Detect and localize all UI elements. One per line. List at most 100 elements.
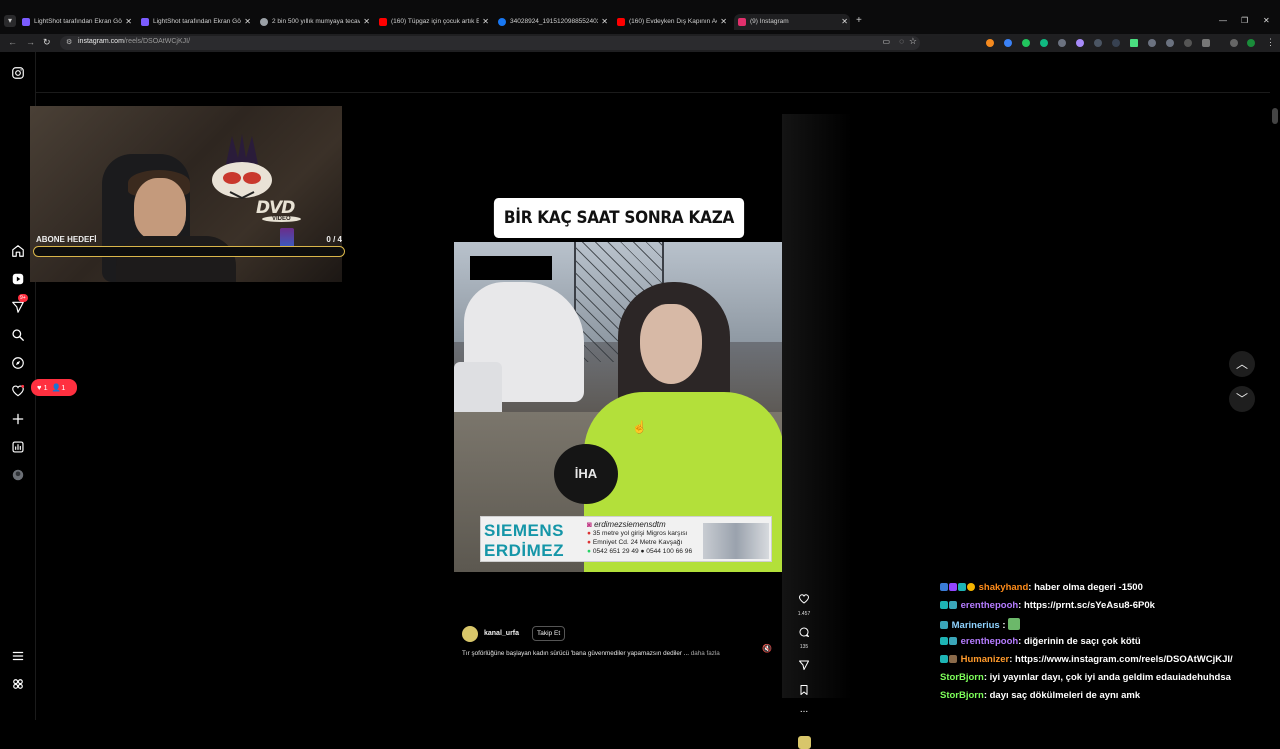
browser-tab[interactable]: LightShot tarafından Ekran Gör ✕ [22, 14, 134, 30]
instagram-logo-icon[interactable] [11, 66, 25, 80]
search-icon[interactable] [11, 328, 25, 342]
cast-icon[interactable]: ▭ [882, 37, 890, 46]
extension-icon[interactable] [1166, 39, 1174, 47]
more-options-button[interactable]: ... [794, 704, 814, 715]
youtube-favicon-icon [617, 18, 625, 26]
ad-handle: erdimezsiemensdtm [594, 520, 666, 529]
extension-icon[interactable] [1058, 39, 1066, 47]
extension-icon[interactable] [1004, 39, 1012, 47]
webcam-face [134, 178, 186, 240]
dashboard-icon[interactable] [11, 440, 25, 454]
browser-menu-icon[interactable]: ⋮ [1266, 37, 1275, 48]
sidebar-toggle-icon[interactable] [1230, 39, 1238, 47]
also-from-meta-icon[interactable] [11, 677, 25, 691]
close-tab-icon[interactable]: ✕ [482, 14, 489, 30]
browser-tab[interactable]: (160) Evdeyken Dış Kapının Aç ✕ [617, 14, 729, 30]
extension-icon[interactable] [1130, 39, 1138, 47]
save-button[interactable] [794, 683, 814, 701]
chat-badge-icon [958, 583, 966, 591]
author-avatar[interactable] [462, 626, 478, 642]
minimize-icon[interactable]: — [1219, 16, 1227, 25]
tab-search-button[interactable]: ▾ [4, 15, 16, 27]
browser-tab[interactable]: 34028924_1915120988552403 ✕ [498, 14, 610, 30]
url-bar[interactable]: ⚙ instagram.com/reels/DSOAtWCjKJI/ ▭ ◌ ☆ [60, 36, 920, 50]
chat-badge-icon [940, 621, 948, 629]
profile-avatar-icon[interactable] [11, 468, 25, 482]
more-menu-icon[interactable] [11, 649, 25, 663]
extension-icon[interactable] [1094, 39, 1102, 47]
instagram-page: 9+ ♥ 1 👤1 BİR KAÇ SAAT SONRA KAZA İHA ☝ … [0, 52, 1280, 749]
instagram-favicon-icon [738, 18, 746, 26]
dvd-logo-sub: VIDEO [262, 216, 301, 222]
whatsapp-icon: ● [587, 548, 591, 555]
close-tab-icon[interactable]: ✕ [720, 14, 727, 30]
reels-icon[interactable] [11, 272, 25, 286]
chat-badge-icon [949, 583, 957, 591]
chat-username: Humanizer [960, 654, 1010, 665]
audio-thumbnail[interactable] [798, 736, 811, 749]
eye-off-icon[interactable]: ◌ [899, 37, 904, 46]
create-plus-icon[interactable] [11, 412, 25, 426]
comment-icon [799, 627, 809, 637]
share-button[interactable] [794, 658, 814, 676]
media-control-icon[interactable] [1184, 39, 1192, 47]
messages-icon[interactable]: 9+ [11, 294, 28, 314]
browser-tab[interactable]: 2 bin 500 yıllık mumyaya tecav ✕ [260, 14, 372, 30]
notifications-heart-icon[interactable] [11, 384, 25, 398]
bookmark-star-icon[interactable]: ☆ [909, 36, 917, 47]
back-icon[interactable]: ← [8, 37, 17, 47]
like-button[interactable]: 1.457 [794, 592, 814, 617]
chat-badge-icon [940, 637, 948, 645]
mute-icon[interactable]: 🔇 [762, 644, 772, 653]
close-window-icon[interactable]: ✕ [1263, 16, 1270, 25]
activity-notification-pill[interactable]: ♥ 1 👤1 [31, 379, 77, 396]
reel-player[interactable]: BİR KAÇ SAAT SONRA KAZA YAPTI İHA ☝ SIEM… [454, 114, 852, 698]
reel-edge-glow [782, 114, 852, 698]
close-tab-icon[interactable]: ✕ [841, 14, 848, 30]
chat-badge-icon [940, 655, 948, 663]
see-more-link[interactable]: daha fazla [691, 650, 720, 657]
author-username[interactable]: kanal_urfa [484, 630, 519, 637]
browser-tab[interactable]: (160) Tüpgaz için çocuk artık B ✕ [379, 14, 491, 30]
like-count: 1.457 [797, 611, 811, 617]
ad-brand-line2: ERDİMEZ [484, 541, 564, 560]
chat-emote-icon [1008, 618, 1021, 630]
close-tab-icon[interactable]: ✕ [363, 14, 370, 30]
ad-appliances-image [703, 523, 769, 559]
extensions-puzzle-icon[interactable] [1202, 39, 1210, 47]
reload-icon[interactable]: ↻ [43, 37, 51, 48]
restore-icon[interactable]: ❐ [1241, 16, 1248, 25]
profile-avatar[interactable] [1247, 39, 1255, 47]
forward-icon[interactable]: → [26, 37, 35, 47]
new-tab-button[interactable]: + [856, 15, 862, 26]
comment-button[interactable]: 135 [794, 625, 814, 650]
lightshot-favicon-icon [141, 18, 149, 26]
browser-tab-active[interactable]: (9) Instagram ✕ [734, 14, 850, 30]
site-info-icon[interactable]: ⚙ [66, 38, 72, 46]
page-scrollbar[interactable] [1272, 108, 1278, 124]
chat-username: erenthepooh [960, 636, 1019, 647]
follow-button[interactable]: Takip Et [532, 626, 566, 641]
location-pin-icon: ● [587, 530, 591, 537]
chat-badge-icon [967, 583, 975, 591]
extension-icon[interactable] [1148, 39, 1156, 47]
extension-icon[interactable] [1076, 39, 1084, 47]
chat-text: : https://prnt.sc/sYeAsu8-6P0k [1018, 600, 1155, 611]
advertisement-banner: SIEMENS ERDİMEZ ◙ erdimezsiemensdtm ● 35… [480, 516, 772, 562]
close-tab-icon[interactable]: ✕ [244, 14, 251, 30]
extension-icon[interactable] [1022, 39, 1030, 47]
extension-icon[interactable] [1112, 39, 1120, 47]
bookmark-icon [800, 685, 808, 695]
close-tab-icon[interactable]: ✕ [601, 14, 608, 30]
browser-tab[interactable]: LightShot tarafından Ekran Gör ✕ [141, 14, 253, 30]
explore-compass-icon[interactable] [11, 356, 25, 370]
previous-reel-button[interactable]: ︿ [1229, 351, 1255, 377]
chat-text: : dayı saç dökülmeleri de aynı amk [983, 690, 1141, 701]
home-icon[interactable] [11, 244, 25, 258]
chevron-up-icon: ︿ [1235, 357, 1248, 371]
next-reel-button[interactable]: ﹀ [1229, 386, 1255, 412]
extension-icon[interactable] [1040, 39, 1048, 47]
close-tab-icon[interactable]: ✕ [125, 14, 132, 30]
extension-icon[interactable] [986, 39, 994, 47]
reel-description: Tır şoförlüğüne başlayan kadın sürücü 'b… [462, 650, 720, 657]
